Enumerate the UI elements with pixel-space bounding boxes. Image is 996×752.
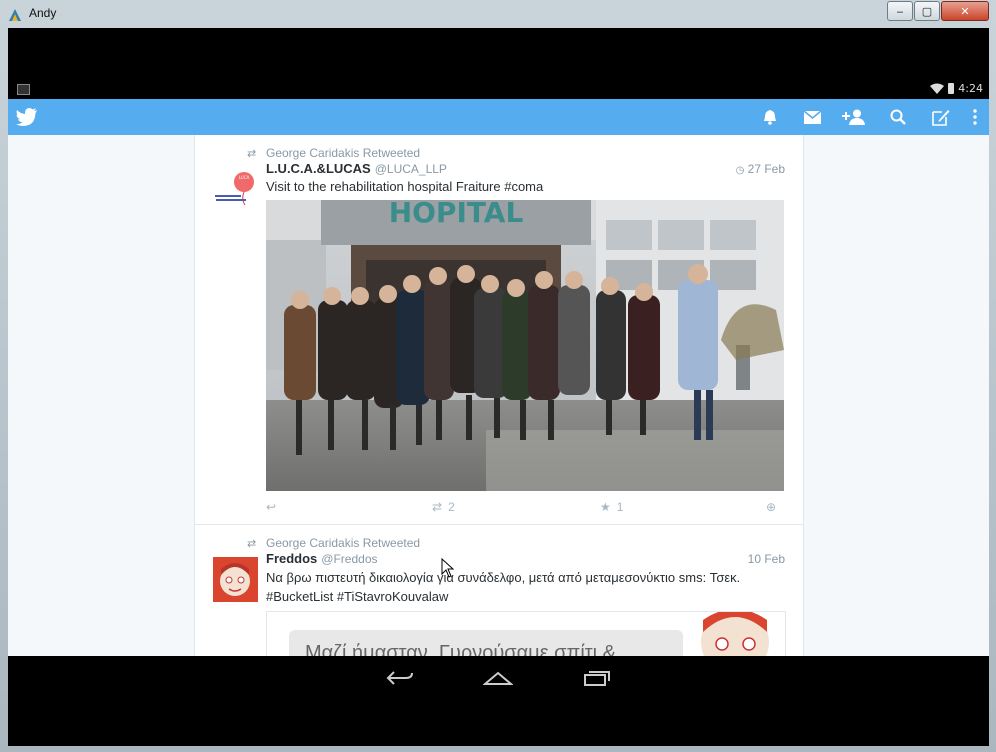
author-display-name[interactable]: Freddos (266, 551, 317, 566)
minimize-button[interactable]: ‒ (887, 1, 913, 21)
window-frame: Andy ‒ ▢ ✕ 4:24 ⇄ George Caridakis Retwe… (0, 0, 996, 752)
title-bar[interactable]: Andy ‒ ▢ ✕ (0, 0, 996, 28)
follow-icon: ⊕ (766, 500, 777, 514)
author-handle[interactable]: @LUCA_LLP (375, 162, 447, 176)
tweet-image-preview[interactable]: Μαζί ήμασταν. Γυρνούσαμε σπίτι & (266, 611, 786, 656)
avatar[interactable]: LUCA (213, 167, 258, 212)
favorite-count: 1 (616, 500, 624, 514)
retweet-icon: ⇄ (432, 500, 443, 514)
status-time: 4:24 (958, 82, 983, 95)
author-handle[interactable]: @Freddos (321, 552, 377, 566)
clock-icon: ◷ (735, 165, 745, 176)
add-user-icon[interactable] (842, 107, 866, 127)
tweet-text[interactable]: Visit to the rehabilitation hospital Fra… (266, 177, 786, 196)
status-bar: 4:24 (8, 80, 989, 99)
search-icon[interactable] (888, 107, 908, 127)
tweet-timeline[interactable]: ⇄ George Caridakis Retweeted LUCA L.U.C.… (194, 135, 804, 656)
twitter-bird-icon[interactable] (16, 108, 38, 126)
tweet-actions: ↩ ⇄ 2 ★ 1 ⊕ (266, 500, 784, 516)
tweet-text[interactable]: Να βρω πιστευτή δικαιολογία για συνάδελφ… (266, 568, 786, 606)
android-screen: 4:24 ⇄ George Caridakis Retweeted LUCA L… (8, 28, 989, 746)
retweet-indicator-icon: ⇄ (247, 537, 257, 550)
retweeted-by-label: George Caridakis Retweeted (266, 146, 421, 160)
favorite-button[interactable]: ★ 1 (600, 500, 623, 514)
notifications-icon[interactable] (760, 107, 780, 127)
messages-icon[interactable] (802, 107, 822, 127)
tweet-photo[interactable]: HOPITAL (266, 200, 784, 491)
retweet-button[interactable]: ⇄ 2 (432, 500, 455, 514)
andy-app-icon (7, 7, 23, 23)
notification-icon (17, 84, 30, 95)
retweeted-by-label: George Caridakis Retweeted (266, 536, 421, 550)
follow-button[interactable]: ⊕ (766, 500, 776, 514)
status-icons: 4:24 (930, 82, 983, 95)
retweet-indicator-icon: ⇄ (247, 147, 257, 160)
back-icon[interactable] (385, 668, 415, 688)
twitter-app-bar (8, 99, 989, 135)
star-icon: ★ (600, 500, 611, 514)
home-icon[interactable] (483, 668, 513, 688)
tweet-date[interactable]: ◷ 27 Feb (736, 162, 785, 176)
reply-button[interactable]: ↩ (266, 500, 276, 514)
mouse-cursor (441, 557, 455, 578)
wifi-icon (930, 83, 945, 94)
author-name[interactable]: L.U.C.A.&LUCAS @LUCA_LLP (266, 161, 447, 176)
battery-icon (948, 83, 955, 94)
tweet-card[interactable]: ⇄ George Caridakis Retweeted LUCA L.U.C.… (195, 135, 803, 523)
timeline-area[interactable]: ⇄ George Caridakis Retweeted LUCA L.U.C.… (8, 135, 989, 656)
author-name[interactable]: Freddos @Freddos (266, 551, 378, 566)
window-controls: ‒ ▢ ✕ (887, 1, 989, 21)
recents-icon[interactable] (582, 668, 612, 688)
author-display-name[interactable]: L.U.C.A.&LUCAS (266, 161, 371, 176)
tweet-date-label: 27 Feb (747, 162, 785, 176)
svg-text:LUCA: LUCA (239, 175, 250, 180)
tweet-date[interactable]: 10 Feb (748, 552, 785, 566)
image-caption-text: Μαζί ήμασταν. Γυρνούσαμε σπίτι & (305, 642, 617, 656)
maximize-button[interactable]: ▢ (914, 1, 940, 21)
overflow-menu-icon[interactable] (966, 107, 984, 127)
avatar[interactable] (213, 557, 258, 602)
android-nav-bar (8, 656, 989, 746)
tweet-card[interactable]: ⇄ George Caridakis Retweeted Freddos @Fr… (195, 525, 803, 656)
close-button[interactable]: ✕ (941, 1, 989, 21)
compose-icon[interactable] (931, 107, 951, 127)
window-title: Andy (29, 6, 57, 20)
retweet-count: 2 (448, 500, 455, 514)
reply-icon: ↩ (266, 500, 277, 514)
hospital-sign: HOPITAL (389, 200, 524, 229)
